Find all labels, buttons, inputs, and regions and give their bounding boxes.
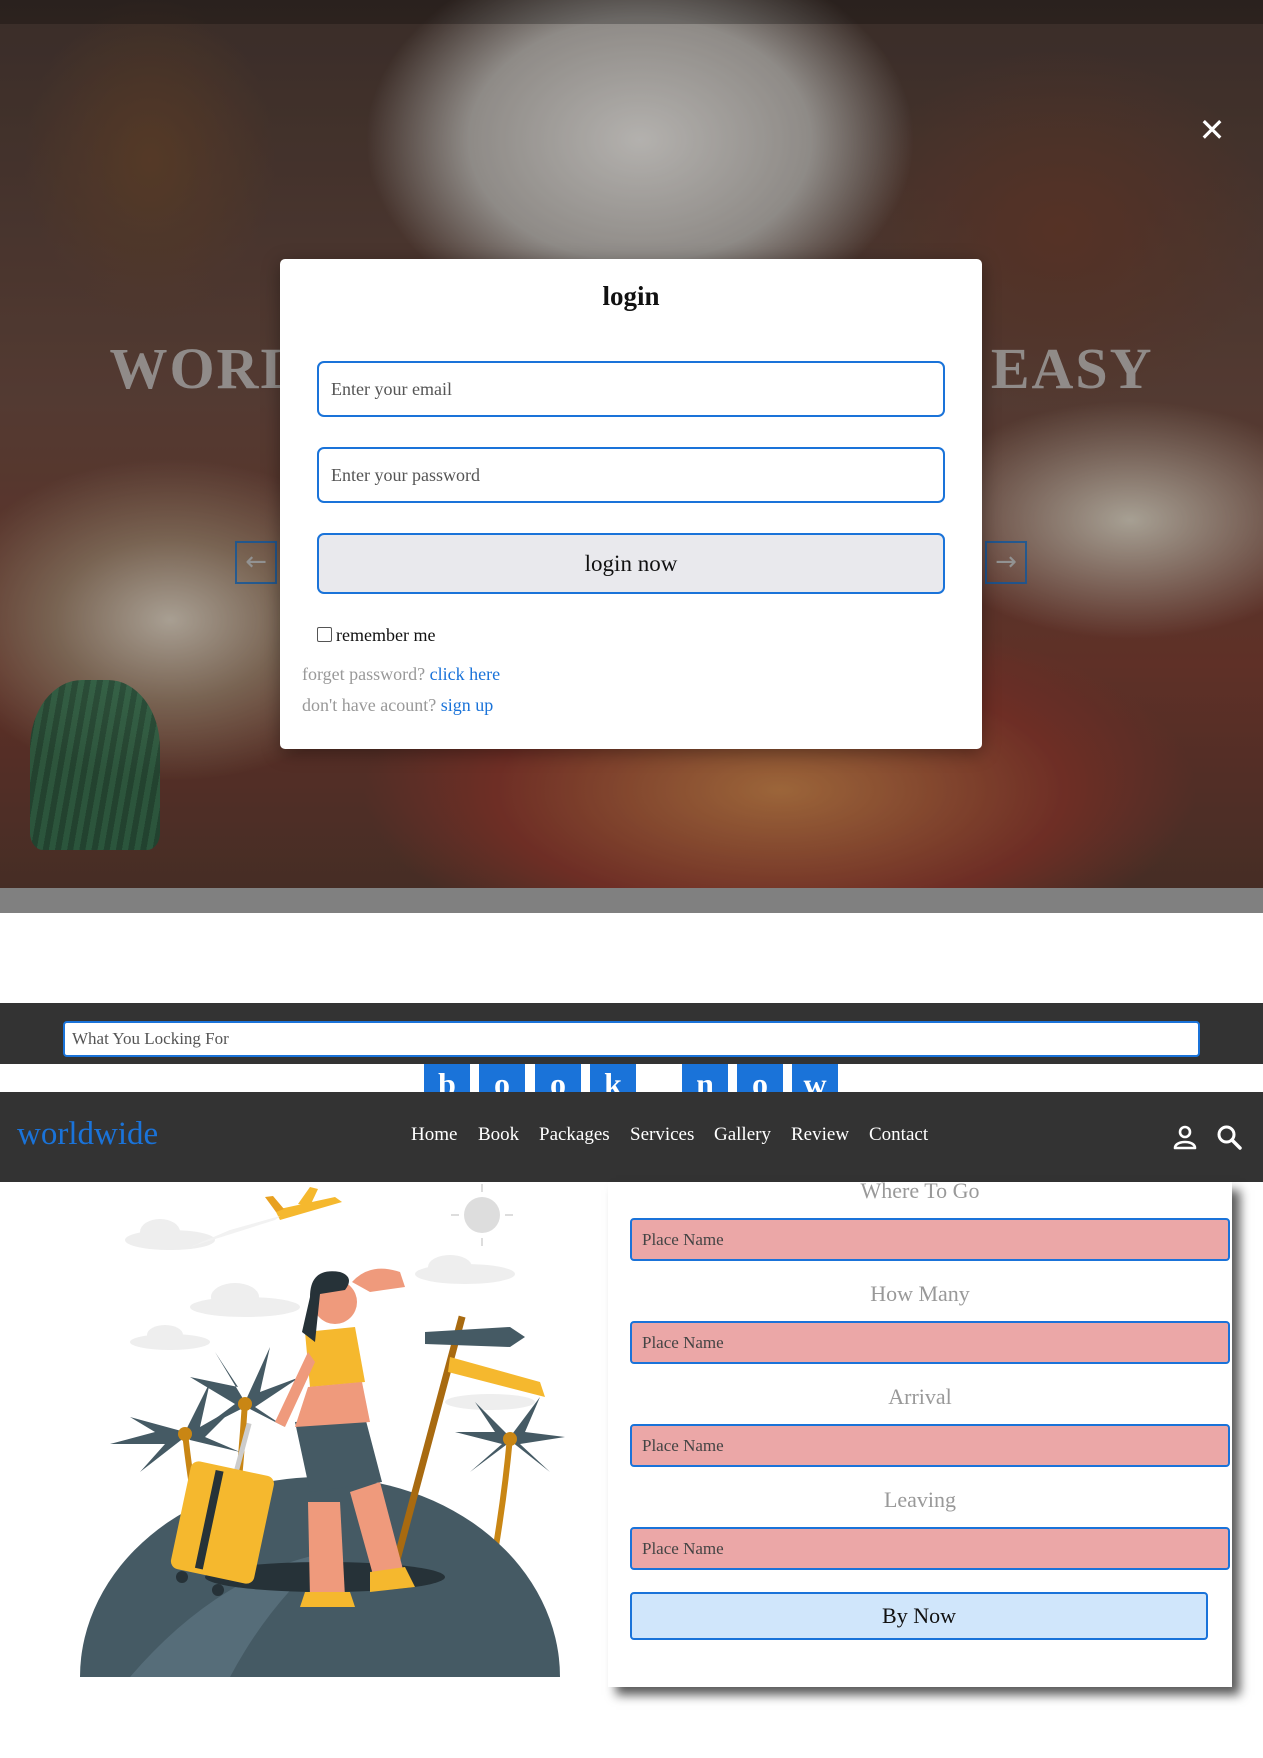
nav-link-book[interactable]: Book — [478, 1124, 519, 1146]
field-label-arrival: Arrival — [888, 1384, 952, 1409]
book-now-letter: w — [792, 1064, 838, 1092]
hero-bottom-strip — [0, 888, 1263, 913]
nav-link-packages[interactable]: Packages — [539, 1124, 610, 1146]
book-now-letter: k — [590, 1064, 636, 1092]
login-modal: login Enter your email Enter your passwo… — [280, 259, 982, 749]
leaving-input[interactable]: Place Name — [630, 1527, 1230, 1570]
search-input[interactable]: What You Locking For — [63, 1021, 1200, 1057]
forgot-text: forget password? — [302, 664, 426, 684]
nav-link-services[interactable]: Services — [630, 1124, 694, 1146]
email-field[interactable]: Enter your email — [317, 361, 945, 417]
close-icon[interactable]: ✕ — [1195, 113, 1229, 147]
field-label-guests: How Many — [870, 1281, 970, 1306]
buy-now-button[interactable]: By Now — [630, 1592, 1208, 1640]
remember-checkbox[interactable] — [317, 627, 332, 642]
book-now-letter: b — [424, 1064, 470, 1092]
forgot-password-row: forget password? click here — [302, 664, 500, 685]
nav-link-home[interactable]: Home — [411, 1124, 457, 1146]
password-field[interactable]: Enter your password — [317, 447, 945, 503]
arrival-input[interactable]: Place Name — [630, 1424, 1230, 1467]
search-icon[interactable] — [1216, 1124, 1242, 1150]
remember-label: remember me — [336, 625, 436, 645]
login-button[interactable]: login now — [317, 533, 945, 594]
book-now-letter: o — [737, 1064, 783, 1092]
signup-text: don't have acount? — [302, 695, 437, 715]
hero-section: WORLDWIDE TRAVEL MADE EASY ← → ✕ login E… — [0, 0, 1263, 888]
booking-form: Where To Go Place Name How Many Place Na… — [608, 1178, 1232, 1687]
field-label-destination: Where To Go — [860, 1178, 980, 1203]
guests-input[interactable]: Place Name — [630, 1321, 1230, 1364]
destination-input[interactable]: Place Name — [630, 1218, 1230, 1261]
book-now-letter: n — [682, 1064, 728, 1092]
login-title: login — [602, 281, 660, 311]
book-now-letter: o — [535, 1064, 581, 1092]
nav-link-gallery[interactable]: Gallery — [714, 1124, 771, 1146]
nav-link-review[interactable]: Review — [791, 1124, 849, 1146]
logo[interactable]: worldwide — [17, 1116, 158, 1153]
traveler-illustration — [80, 1184, 565, 1677]
forgot-password-link[interactable]: click here — [430, 664, 500, 684]
signup-link[interactable]: sign up — [441, 695, 494, 715]
user-icon[interactable] — [1172, 1124, 1198, 1150]
book-now-letter: o — [479, 1064, 525, 1092]
navbar: worldwide Home Book Packages Services Ga… — [0, 1092, 1263, 1182]
remember-me: remember me — [317, 625, 435, 646]
field-label-leaving: Leaving — [883, 1487, 957, 1512]
signup-row: don't have acount? sign up — [302, 695, 493, 716]
nav-link-contact[interactable]: Contact — [869, 1124, 928, 1146]
